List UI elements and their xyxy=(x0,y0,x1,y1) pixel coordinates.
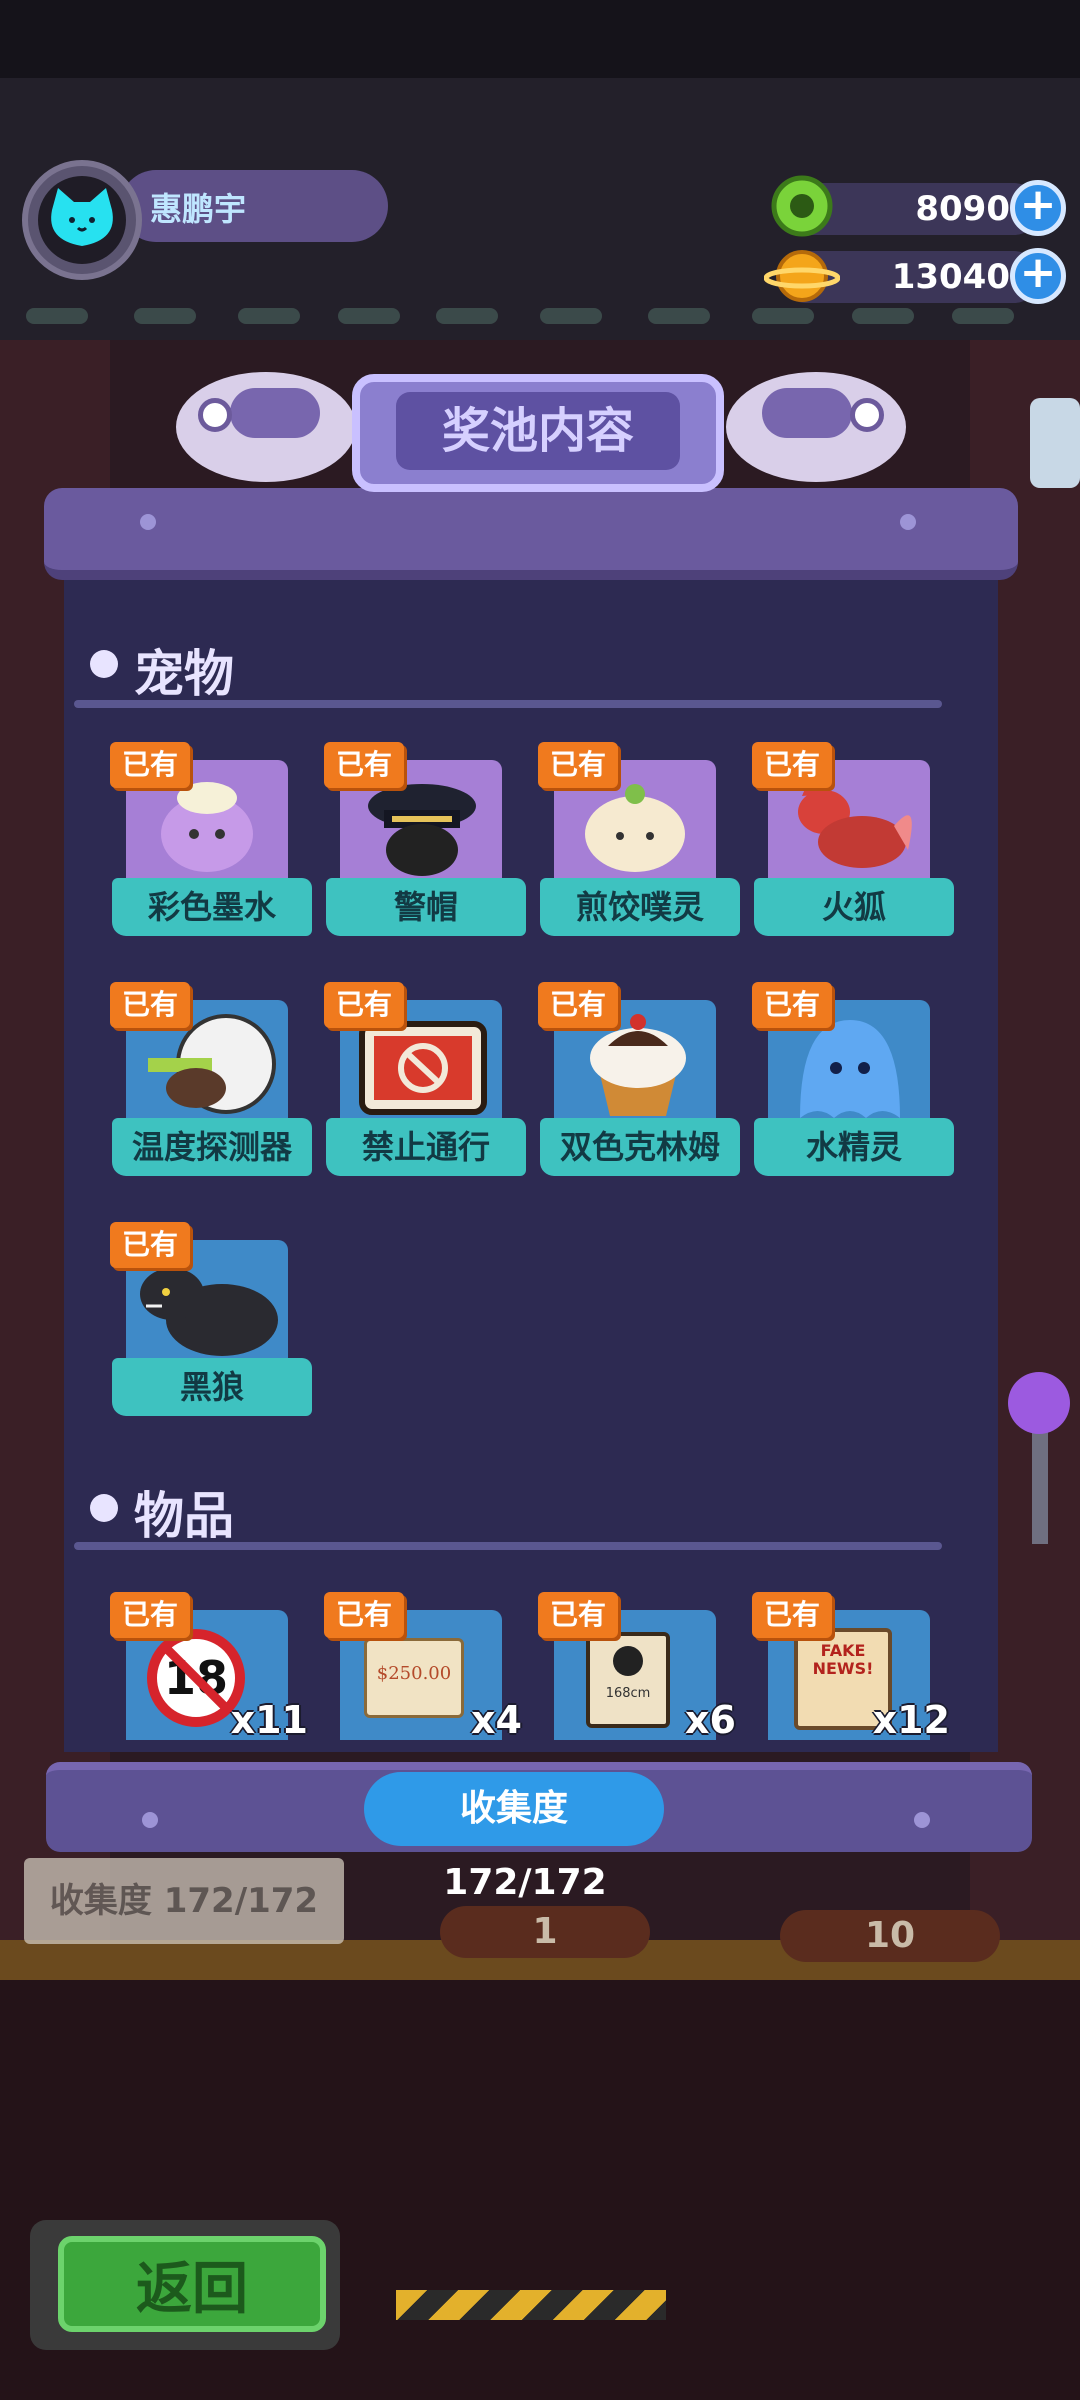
pet-name: 警帽 xyxy=(326,878,526,936)
pet-name: 温度探测器 xyxy=(112,1118,312,1176)
collection-progress: 收集度 172/172 xyxy=(364,1772,664,1903)
item-card[interactable]: $250.00 x4 已有 xyxy=(324,1592,522,1740)
panel-header xyxy=(44,488,1018,580)
currency-value-gems: 8090 xyxy=(915,189,1010,229)
newspaper-headline: FAKE NEWS! xyxy=(812,1641,874,1678)
top-strip xyxy=(0,0,1080,78)
owned-badge: 已有 xyxy=(110,1222,190,1268)
dumpling-pet-icon xyxy=(585,784,685,872)
section-divider xyxy=(74,1542,942,1550)
pet-card[interactable]: 温度探测器 已有 xyxy=(110,982,312,1176)
back-button[interactable]: 返回 xyxy=(58,2236,326,2332)
pets-section-title: 宠物 xyxy=(134,645,234,703)
item-count: x4 xyxy=(471,1698,522,1740)
pet-card[interactable]: 水精灵 已有 xyxy=(752,982,954,1176)
check-250-icon: $250.00 xyxy=(364,1638,464,1718)
bolt xyxy=(140,514,156,530)
owned-badge: 已有 xyxy=(110,1592,190,1638)
draw-10-price: 10 xyxy=(780,1910,1000,1962)
poster-height: 168cm xyxy=(605,1686,651,1701)
owned-badge: 已有 xyxy=(752,742,832,788)
pet-name: 彩色墨水 xyxy=(112,878,312,936)
owned-badge: 已有 xyxy=(752,1592,832,1638)
section-bullet xyxy=(90,650,118,678)
lever-knob[interactable] xyxy=(1008,1372,1070,1434)
currency-value-coins: 13040 xyxy=(891,257,1010,297)
owned-badge: 已有 xyxy=(324,1592,404,1638)
owned-badge: 已有 xyxy=(538,982,618,1028)
pet-name: 黑狼 xyxy=(112,1358,312,1416)
pet-card[interactable]: 煎饺噗灵 已有 xyxy=(538,742,740,936)
section-bullet xyxy=(90,1494,118,1522)
stage-lights xyxy=(0,300,1080,330)
black-wolf-pet-icon xyxy=(140,1254,278,1356)
bolt xyxy=(900,514,916,530)
section-divider xyxy=(74,700,942,708)
add-coins-button[interactable]: + xyxy=(1010,248,1066,304)
pet-name: 水精灵 xyxy=(754,1118,954,1176)
cat-avatar-icon xyxy=(51,188,113,246)
check-amount: $250.00 xyxy=(376,1663,452,1684)
avatar[interactable] xyxy=(38,176,126,264)
pet-name: 双色克林姆 xyxy=(540,1118,740,1176)
pet-name: 禁止通行 xyxy=(326,1118,526,1176)
owned-badge: 已有 xyxy=(538,1592,618,1638)
owned-badge: 已有 xyxy=(110,742,190,788)
bolt xyxy=(142,1812,158,1828)
pet-card[interactable]: 彩色墨水 已有 xyxy=(110,742,312,936)
owned-badge: 已有 xyxy=(324,982,404,1028)
wanted-poster-icon: 168cm xyxy=(586,1632,670,1728)
pet-card[interactable]: 黑狼 已有 xyxy=(110,1222,312,1416)
item-card[interactable]: FAKE NEWS! x12 已有 xyxy=(752,1592,950,1740)
pet-name: 煎饺噗灵 xyxy=(540,878,740,936)
item-count: x6 xyxy=(685,1698,736,1740)
owned-badge: 已有 xyxy=(752,982,832,1028)
left-fish-decoration xyxy=(176,372,356,482)
no-entry-sign-pet-icon xyxy=(359,1021,487,1115)
lever-stick xyxy=(1032,1424,1048,1544)
owned-badge: 已有 xyxy=(110,982,190,1028)
items-section-title: 物品 xyxy=(134,1487,234,1545)
background-collection-label: 收集度 172/172 xyxy=(24,1858,344,1944)
pet-name: 火狐 xyxy=(754,878,954,936)
owned-badge: 已有 xyxy=(324,742,404,788)
panel-title: 奖池内容 xyxy=(396,392,680,470)
collection-label: 收集度 xyxy=(459,1788,568,1829)
owned-badge: 已有 xyxy=(538,742,618,788)
collection-value: 172/172 xyxy=(443,1862,607,1903)
add-gems-button[interactable]: + xyxy=(1010,180,1066,236)
item-count: x11 xyxy=(230,1698,308,1740)
items-grid: 18 x11 已有 $250.00 x4 已有 168cm x6 已有 FAKE… xyxy=(64,1590,998,1740)
player-name: 惠鹏宇 xyxy=(150,190,247,228)
side-clip-icon[interactable] xyxy=(1030,398,1080,488)
pet-card[interactable]: 警帽 已有 xyxy=(324,742,526,936)
item-card[interactable]: 168cm x6 已有 xyxy=(538,1592,736,1740)
pet-card[interactable]: 禁止通行 已有 xyxy=(324,982,526,1176)
right-fish-decoration xyxy=(726,372,906,482)
item-card[interactable]: 18 x11 已有 xyxy=(110,1592,308,1740)
bolt xyxy=(914,1812,930,1828)
hazard-stripe xyxy=(396,2290,666,2320)
item-count: x12 xyxy=(872,1698,950,1740)
pet-card[interactable]: 火狐 已有 xyxy=(752,742,954,936)
pet-card[interactable]: 双色克林姆 已有 xyxy=(538,982,740,1176)
